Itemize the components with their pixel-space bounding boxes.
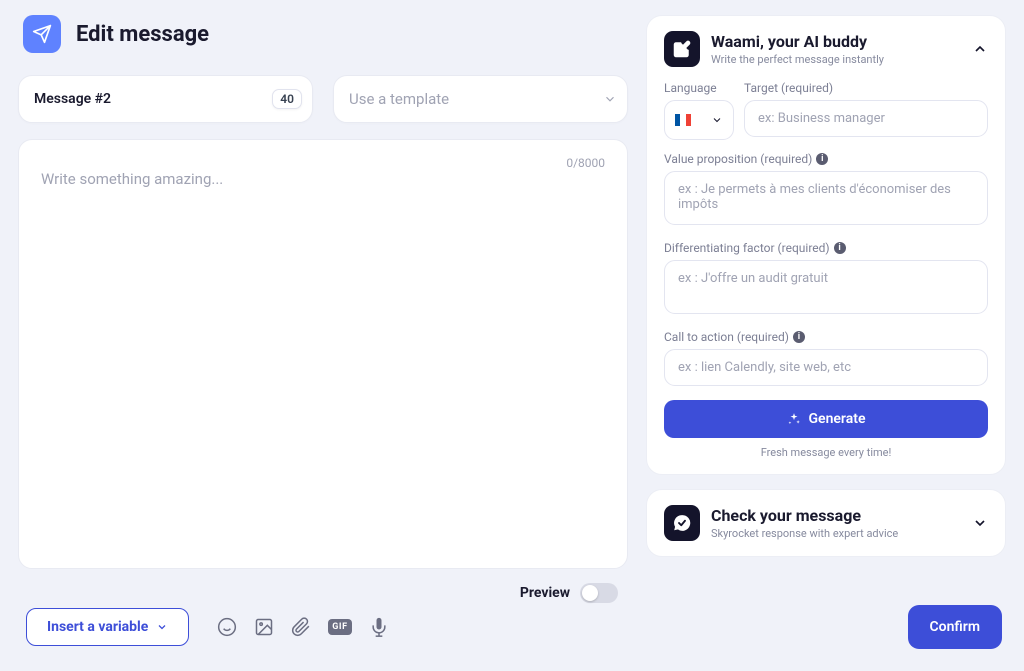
language-label: Language bbox=[664, 81, 734, 95]
message-title-box[interactable]: Message #2 40 bbox=[18, 75, 313, 123]
info-icon[interactable]: i bbox=[793, 331, 805, 343]
info-icon[interactable]: i bbox=[834, 242, 846, 254]
chevron-down-icon bbox=[603, 92, 617, 106]
gif-icon[interactable]: GIF bbox=[328, 619, 351, 635]
info-icon[interactable]: i bbox=[816, 153, 828, 165]
confirm-button[interactable]: Confirm bbox=[908, 605, 1002, 649]
fresh-message-text: Fresh message every time! bbox=[664, 446, 988, 459]
message-badge: 40 bbox=[272, 89, 302, 109]
waami-subtitle: Write the perfect message instantly bbox=[711, 53, 884, 66]
template-placeholder: Use a template bbox=[349, 90, 603, 108]
edit-icon bbox=[664, 31, 700, 67]
chevron-up-icon bbox=[972, 41, 988, 57]
page-title: Edit message bbox=[76, 22, 209, 47]
check-panel: Check your message Skyrocket response wi… bbox=[646, 489, 1006, 557]
waami-title: Waami, your AI buddy bbox=[711, 32, 884, 51]
image-icon[interactable] bbox=[254, 617, 274, 637]
preview-label: Preview bbox=[520, 585, 570, 601]
message-title: Message #2 bbox=[34, 91, 272, 107]
preview-toggle[interactable] bbox=[580, 583, 618, 603]
chevron-down-icon bbox=[711, 114, 723, 126]
check-message-icon bbox=[664, 505, 700, 541]
chevron-down-icon bbox=[156, 621, 168, 633]
cta-label: Call to action (required) i bbox=[664, 330, 988, 344]
message-editor[interactable]: 0/8000 Write something amazing... bbox=[18, 139, 628, 569]
editor-placeholder: Write something amazing... bbox=[41, 170, 605, 188]
insert-variable-button[interactable]: Insert a variable bbox=[26, 608, 189, 646]
target-label: Target (required) bbox=[744, 81, 988, 95]
target-input[interactable] bbox=[744, 100, 988, 137]
template-select[interactable]: Use a template bbox=[333, 75, 628, 123]
microphone-icon[interactable] bbox=[369, 617, 389, 637]
cta-input[interactable] bbox=[664, 349, 988, 386]
generate-button[interactable]: Generate bbox=[664, 400, 988, 438]
check-subtitle: Skyrocket response with expert advice bbox=[711, 527, 898, 540]
check-title: Check your message bbox=[711, 506, 898, 525]
diff-input[interactable] bbox=[664, 260, 988, 314]
waami-panel-header[interactable]: Waami, your AI buddy Write the perfect m… bbox=[664, 31, 988, 67]
value-prop-input[interactable] bbox=[664, 171, 988, 225]
flag-icon bbox=[675, 114, 691, 126]
attachment-icon[interactable] bbox=[291, 617, 311, 637]
chevron-down-icon bbox=[972, 515, 988, 531]
check-panel-header[interactable]: Check your message Skyrocket response wi… bbox=[664, 505, 988, 541]
waami-panel: Waami, your AI buddy Write the perfect m… bbox=[646, 15, 1006, 475]
emoji-icon[interactable] bbox=[217, 617, 237, 637]
sparkle-icon bbox=[787, 412, 801, 426]
page-header: Edit message bbox=[18, 15, 628, 53]
value-prop-label: Value proposition (required) i bbox=[664, 152, 988, 166]
language-select[interactable] bbox=[664, 100, 734, 140]
diff-label: Differentiating factor (required) i bbox=[664, 241, 988, 255]
send-icon bbox=[23, 15, 61, 53]
char-counter: 0/8000 bbox=[566, 156, 605, 170]
